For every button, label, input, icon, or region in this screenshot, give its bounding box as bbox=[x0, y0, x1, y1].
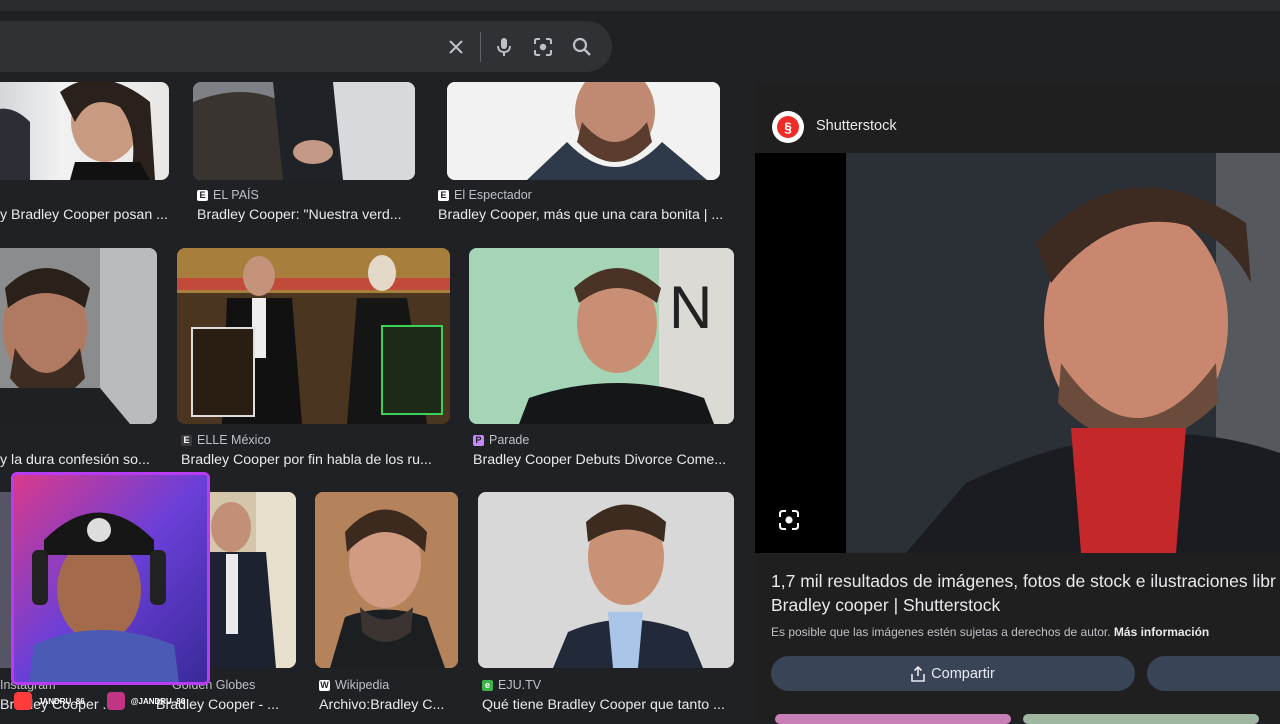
elpais-favicon-icon: E bbox=[197, 189, 208, 201]
instagram-icon bbox=[106, 692, 125, 710]
lens-icon[interactable] bbox=[523, 21, 563, 72]
preview-image-letterbox bbox=[755, 153, 846, 553]
image-result[interactable] bbox=[177, 248, 450, 424]
result-source: E ELLE México bbox=[181, 433, 271, 447]
image-result[interactable] bbox=[315, 492, 458, 668]
save-button[interactable] bbox=[1147, 656, 1280, 691]
result-source: e EJU.TV bbox=[482, 678, 541, 692]
parade-favicon-icon: P bbox=[473, 434, 484, 446]
image-result[interactable]: N bbox=[469, 248, 734, 424]
share-button[interactable]: Compartir bbox=[771, 656, 1135, 691]
result-source: P Parade bbox=[473, 433, 529, 447]
copyright-text: Es posible que las imágenes estén sujeta… bbox=[771, 625, 1111, 639]
result-source: E EL PAÍS bbox=[197, 188, 259, 202]
mic-icon[interactable] bbox=[484, 21, 524, 72]
image-result[interactable] bbox=[447, 82, 720, 180]
browser-top-bar bbox=[0, 0, 1280, 11]
result-caption[interactable]: y la dura confesión so... bbox=[0, 452, 156, 468]
result-caption[interactable]: Bradley Cooper por fin habla de los ru..… bbox=[181, 452, 439, 468]
preview-image[interactable] bbox=[846, 153, 1280, 553]
share-label: Compartir bbox=[931, 665, 995, 682]
youtube-icon bbox=[14, 692, 32, 710]
elespectador-favicon-icon: E bbox=[438, 189, 449, 201]
shutterstock-logo[interactable]: § bbox=[772, 111, 804, 143]
copyright-note: Es posible que las imágenes estén sujeta… bbox=[771, 625, 1209, 639]
preview-title-line2[interactable]: Bradley cooper | Shutterstock bbox=[771, 595, 1000, 616]
result-caption[interactable]: Bradley Cooper, más que una cara bonita … bbox=[438, 207, 734, 223]
shutterstock-logo-icon: § bbox=[777, 116, 799, 138]
source-name[interactable]: Shutterstock bbox=[816, 118, 897, 134]
result-source: W Wikipedia bbox=[319, 678, 390, 692]
result-caption[interactable]: y Bradley Cooper posan ... bbox=[0, 207, 178, 223]
social-handles: JANDRU_86 @JANDRU_86 bbox=[0, 690, 185, 712]
result-caption[interactable]: Bradley Cooper Debuts Divorce Come... bbox=[473, 452, 735, 468]
result-caption[interactable]: Archivo:Bradley C... bbox=[319, 697, 459, 713]
lens-icon[interactable] bbox=[778, 509, 800, 531]
image-result[interactable] bbox=[0, 82, 169, 180]
handle-2: @JANDRU_86 bbox=[130, 696, 186, 706]
share-icon bbox=[911, 665, 925, 682]
search-icon[interactable] bbox=[562, 21, 602, 72]
search-divider bbox=[480, 32, 481, 62]
svg-text:N: N bbox=[669, 274, 712, 341]
webcam-overlay bbox=[11, 472, 210, 685]
search-bar[interactable] bbox=[0, 21, 612, 72]
more-info-link[interactable]: Más información bbox=[1114, 625, 1209, 639]
ejutv-favicon-icon: e bbox=[482, 679, 493, 691]
result-source: E El Espectador bbox=[438, 188, 532, 202]
wikipedia-favicon-icon: W bbox=[319, 679, 330, 691]
handle-1: JANDRU_86 bbox=[38, 696, 85, 706]
image-result[interactable] bbox=[0, 248, 157, 424]
related-thumb[interactable] bbox=[1023, 714, 1259, 724]
image-result[interactable] bbox=[193, 82, 415, 180]
result-caption[interactable]: Bradley Cooper: "Nuestra verd... bbox=[197, 207, 417, 223]
related-thumb[interactable] bbox=[775, 714, 1011, 724]
elle-favicon-icon: E bbox=[181, 434, 192, 446]
close-icon[interactable] bbox=[436, 21, 476, 72]
image-result[interactable] bbox=[478, 492, 734, 668]
result-caption[interactable]: Qué tiene Bradley Cooper que tanto ... bbox=[482, 697, 734, 713]
preview-title-line1[interactable]: 1,7 mil resultados de imágenes, fotos de… bbox=[771, 571, 1280, 592]
